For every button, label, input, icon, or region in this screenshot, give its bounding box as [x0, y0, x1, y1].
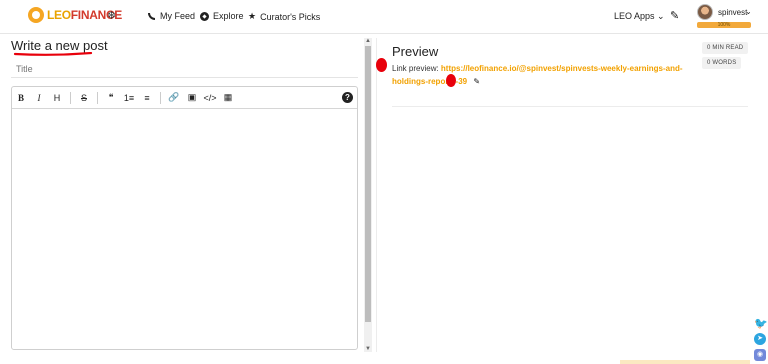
preview-separator: [392, 106, 748, 107]
star-icon: ★: [248, 11, 257, 21]
word-count-badge: 0 WORDS: [702, 57, 742, 69]
scroll-down-icon[interactable]: ▼: [365, 346, 371, 352]
voting-power-bar: 100%: [697, 22, 751, 28]
chevron-down-icon: ⌄: [657, 11, 665, 21]
toolbar-divider: [97, 91, 98, 104]
nav-my-feed-label: My Feed: [160, 11, 196, 21]
strikethrough-button[interactable]: S: [75, 87, 93, 109]
nav-explore-label: Explore: [213, 11, 244, 21]
bottom-strip: [620, 360, 750, 364]
help-icon[interactable]: ?: [342, 92, 353, 103]
discord-icon[interactable]: ◉: [754, 349, 766, 361]
chevron-down-icon[interactable]: ⌄: [745, 7, 752, 16]
logo-text-leo: LEO: [47, 8, 71, 22]
telegram-icon[interactable]: ➤: [754, 333, 766, 345]
markdown-editor[interactable]: B I H S ❝ 1≡ ≡ 🔗 ▣ </> ▦ ?: [11, 86, 358, 350]
pencil-icon[interactable]: ✎: [670, 9, 679, 22]
quote-button[interactable]: ❝: [102, 87, 120, 109]
top-navbar: LEOFINANCE ❄ My Feed Explore ★ Curator's…: [0, 0, 768, 34]
bold-button[interactable]: B: [12, 87, 30, 109]
rss-icon: [148, 12, 155, 20]
unordered-list-button[interactable]: ≡: [138, 87, 156, 109]
red-annotation-dot: [446, 74, 456, 87]
edit-permlink-pencil-icon[interactable]: ✎: [473, 77, 480, 86]
twitter-icon[interactable]: 🐦: [754, 318, 768, 330]
code-button[interactable]: </>: [201, 87, 219, 109]
lion-logo-icon: [28, 7, 44, 23]
compass-icon: [200, 11, 209, 21]
image-button[interactable]: ▣: [183, 87, 201, 109]
nav-curators-picks-label: Curator's Picks: [260, 11, 321, 22]
ordered-list-button[interactable]: 1≡: [120, 87, 138, 109]
toolbar-divider: [160, 91, 161, 104]
italic-button[interactable]: I: [30, 87, 48, 109]
scroll-up-icon[interactable]: ▲: [365, 38, 371, 44]
leo-apps-label: LEO Apps: [614, 11, 655, 21]
red-annotation-dot: [376, 58, 387, 72]
snowflake-icon[interactable]: ❄: [107, 9, 116, 22]
username[interactable]: spinvest: [718, 8, 747, 17]
editor-scrollbar[interactable]: ▲ ▼: [364, 38, 372, 352]
nav-explore[interactable]: Explore: [200, 11, 244, 21]
title-input[interactable]: [11, 60, 358, 78]
toolbar-divider: [70, 91, 71, 104]
preview-title: Preview: [392, 44, 439, 59]
panel-divider: [376, 38, 377, 352]
link-button[interactable]: 🔗: [165, 87, 183, 109]
link-preview-label: Link preview:: [392, 64, 439, 73]
table-button[interactable]: ▦: [219, 87, 237, 109]
heading-button[interactable]: H: [48, 87, 66, 109]
scroll-thumb[interactable]: [365, 46, 371, 322]
leo-apps-dropdown[interactable]: LEO Apps ⌄: [614, 11, 665, 22]
min-read-badge: 0 MIN READ: [702, 42, 749, 54]
editor-toolbar: B I H S ❝ 1≡ ≡ 🔗 ▣ </> ▦ ?: [12, 87, 357, 109]
nav-curators-picks[interactable]: ★ Curator's Picks: [248, 11, 320, 22]
nav-my-feed[interactable]: My Feed: [148, 11, 195, 21]
red-underline-annotation: [13, 52, 93, 56]
avatar[interactable]: [697, 4, 713, 20]
link-preview: Link preview: https://leofinance.io/@spi…: [392, 62, 692, 88]
page-title: Write a new post: [11, 38, 108, 53]
